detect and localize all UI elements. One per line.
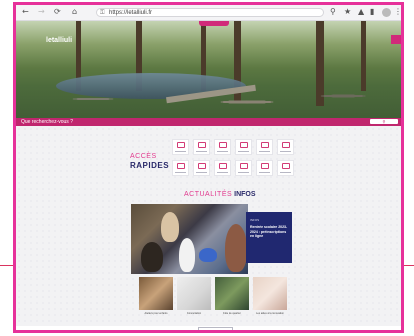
- tile-caption: [238, 172, 249, 173]
- quick-access-title-line2: RAPIDES: [130, 161, 170, 170]
- shield-icon[interactable]: ▮: [370, 7, 374, 17]
- person-figure: [141, 242, 163, 272]
- quick-access-grid: [172, 139, 296, 176]
- zoom-icon[interactable]: ⚲: [330, 7, 336, 17]
- news-card[interactable]: Concertation: [177, 277, 211, 322]
- tile-icon: [240, 163, 248, 169]
- tile-icon: [240, 142, 248, 148]
- tile-caption: [217, 151, 228, 152]
- reload-icon[interactable]: ⟳: [54, 7, 61, 17]
- held-sign: [199, 248, 217, 262]
- news-card-caption: Ateliers pour enfants: [144, 312, 168, 315]
- tile-icon: [177, 142, 185, 148]
- tile-caption: [238, 151, 249, 152]
- quick-access-tile[interactable]: [256, 139, 273, 155]
- menu-icon[interactable]: ⋮: [394, 7, 401, 17]
- search-strip: Que recherchez-vous ? ⚲: [16, 118, 401, 126]
- news-title-part2: INFOS: [234, 191, 256, 198]
- tile-icon: [198, 163, 206, 169]
- hamburger-menu-button[interactable]: [391, 35, 401, 44]
- more-news-button[interactable]: [198, 327, 233, 330]
- decor-line-left: [0, 265, 14, 266]
- featured-news-tag: INFOS: [250, 218, 260, 222]
- tile-caption: [259, 151, 270, 152]
- person-figure: [179, 238, 195, 272]
- content-section: ACCÈS RAPIDES ACTUALITÉS INFOS INFOS Ren…: [16, 126, 401, 330]
- tile-caption: [280, 151, 291, 152]
- news-card-caption: Concertation: [186, 312, 202, 315]
- news-card-image: [177, 277, 211, 310]
- tile-icon: [177, 163, 185, 169]
- featured-news-headline: Rentrée scolaire 2023-2024 : préinscript…: [250, 225, 288, 238]
- quick-access-tile[interactable]: [235, 139, 252, 155]
- news-card-image: [253, 277, 287, 310]
- search-label[interactable]: Que recherchez-vous ?: [21, 119, 73, 125]
- hero-top-tab[interactable]: [199, 21, 229, 26]
- extensions-icon[interactable]: ▲: [358, 7, 364, 17]
- tile-icon: [282, 163, 290, 169]
- news-card[interactable]: Ateliers pour enfants: [139, 277, 173, 322]
- decor-line-right: [404, 265, 414, 266]
- quick-access-tile[interactable]: [214, 160, 231, 176]
- browser-toolbar: ← → ⟳ ⌂ ⚿ https://letalliuli.fr ⚲ ★ ▲ ▮ …: [16, 5, 401, 21]
- news-card-image: [215, 277, 249, 310]
- news-title-part1: ACTUALITÉS: [184, 191, 233, 198]
- tile-caption: [175, 151, 186, 152]
- lock-icon: ⚿: [100, 9, 105, 16]
- news-card-image: [139, 277, 173, 310]
- featured-news-card[interactable]: INFOS Rentrée scolaire 2023-2024 : préin…: [246, 212, 292, 263]
- tile-icon: [261, 163, 269, 169]
- tile-icon: [282, 142, 290, 148]
- star-icon[interactable]: ★: [344, 7, 351, 17]
- quick-access-tile[interactable]: [235, 160, 252, 176]
- browser-window: ← → ⟳ ⌂ ⚿ https://letalliuli.fr ⚲ ★ ▲ ▮ …: [13, 2, 404, 333]
- tile-caption: [280, 172, 291, 173]
- forward-arrow-icon[interactable]: →: [38, 7, 45, 17]
- avatar-icon[interactable]: [382, 8, 391, 17]
- tile-caption: [175, 172, 186, 173]
- quick-access-title: ACCÈS RAPIDES: [130, 152, 169, 170]
- quick-access-tile[interactable]: [172, 160, 189, 176]
- tile-caption: [196, 172, 207, 173]
- site-logo[interactable]: letalliuli: [46, 37, 72, 44]
- quick-access-tile[interactable]: [256, 160, 273, 176]
- tile-icon: [198, 142, 206, 148]
- search-button[interactable]: ⚲: [370, 119, 398, 124]
- tile-icon: [219, 142, 227, 148]
- news-card[interactable]: Fête de quartier: [215, 277, 249, 322]
- tile-icon: [219, 163, 227, 169]
- quick-access-tile[interactable]: [214, 139, 231, 155]
- url-text: https://letalliuli.fr: [109, 10, 153, 16]
- news-card[interactable]: Les aides à la rénovation: [253, 277, 287, 322]
- tile-caption: [259, 172, 270, 173]
- tree-trunk: [361, 21, 366, 91]
- back-arrow-icon[interactable]: ←: [22, 7, 29, 17]
- quick-access-tile[interactable]: [172, 139, 189, 155]
- news-cards-row: Ateliers pour enfants Concertation Fête …: [139, 277, 289, 322]
- quick-access-tile[interactable]: [277, 160, 294, 176]
- news-card-caption: Fête de quartier: [223, 312, 241, 315]
- tile-caption: [217, 172, 228, 173]
- news-card-caption: Les aides à la rénovation: [256, 312, 284, 315]
- home-icon[interactable]: ⌂: [72, 7, 77, 17]
- quick-access-tile[interactable]: [193, 139, 210, 155]
- person-figure: [161, 212, 179, 242]
- hero-banner: letalliuli Que recherchez-vous ? ⚲: [16, 21, 401, 126]
- quick-access-tile[interactable]: [193, 160, 210, 176]
- address-bar[interactable]: ⚿ https://letalliuli.fr: [96, 8, 324, 17]
- news-section-title: ACTUALITÉS INFOS: [184, 191, 256, 199]
- tile-caption: [196, 151, 207, 152]
- tile-icon: [261, 142, 269, 148]
- featured-news-image[interactable]: [131, 204, 248, 274]
- person-figure: [225, 224, 247, 272]
- quick-access-tile[interactable]: [277, 139, 294, 155]
- quick-access-title-line1: ACCÈS: [130, 153, 157, 160]
